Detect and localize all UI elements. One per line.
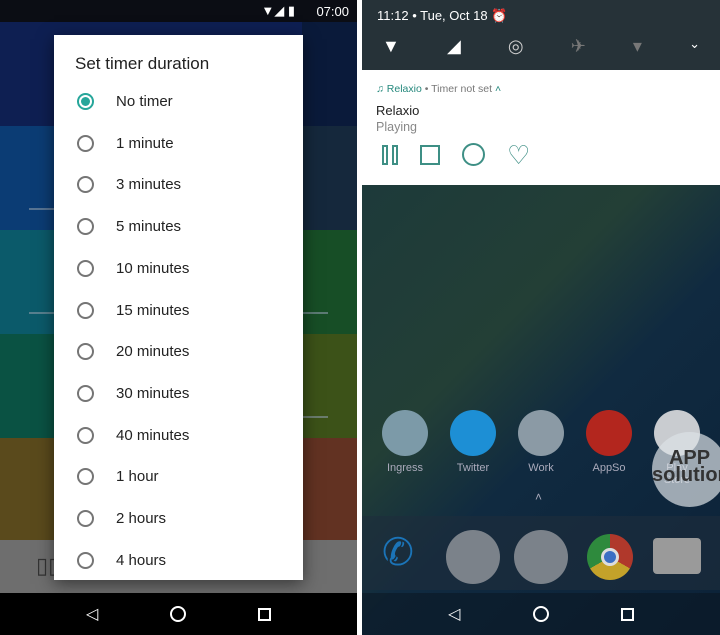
option-label: 3 minutes	[116, 176, 182, 194]
radio-button[interactable]	[77, 551, 94, 569]
dock: ✆	[362, 516, 720, 590]
radio-button[interactable]	[77, 134, 94, 152]
timer-option[interactable]: 40 minutes	[54, 415, 303, 456]
camera-icon[interactable]	[653, 538, 701, 574]
app-icon[interactable]: Work	[516, 410, 566, 474]
radio-button[interactable]	[77, 510, 94, 527]
timer-option[interactable]: 5 minutes	[54, 206, 303, 247]
flashlight-off-icon[interactable]: ▾	[633, 36, 642, 57]
folder-social[interactable]	[514, 530, 568, 584]
radio-button[interactable]	[77, 384, 94, 402]
timer-option[interactable]: 15 minutes	[54, 290, 303, 331]
radio-button[interactable]	[77, 343, 94, 361]
option-label: 1 hour	[116, 468, 159, 486]
signal-icon[interactable]: ◢	[447, 36, 461, 57]
left-screen: ▯▯ ▼◢ ▮ 07:00 Set timer duration No time…	[0, 0, 357, 635]
app-label: AppSo	[592, 462, 626, 474]
option-label: 30 minutes	[116, 384, 190, 402]
alarm-icon: ⏰	[491, 8, 508, 23]
timer-option[interactable]: 2 hours	[54, 498, 303, 539]
option-label: 5 minutes	[116, 218, 182, 236]
option-label: 1 minute	[116, 134, 174, 152]
app-label: Work	[528, 462, 554, 474]
back-icon[interactable]: ◁	[86, 604, 98, 624]
timer-option[interactable]: 30 minutes	[54, 373, 303, 414]
app-glyph-icon	[518, 410, 564, 456]
app-glyph-icon	[450, 410, 496, 456]
app-icon[interactable]: Ingress	[380, 410, 430, 474]
right-screen: 11:12 • Tue, Oct 18 ⏰ ▼ ◢ ◎ ✈ ▾ ⌄ ♫ Rela…	[362, 0, 720, 635]
fingerprint-icon[interactable]: ◎	[508, 36, 524, 57]
app-glyph-icon	[586, 410, 632, 456]
timer-dialog: Set timer duration No timer 1 minute 3 min…	[54, 35, 303, 580]
timer-option[interactable]: 20 minutes	[54, 331, 303, 372]
timer-option[interactable]: 3 minutes	[54, 164, 303, 205]
timer-option[interactable]: 1 minute	[54, 123, 303, 164]
collapse-icon[interactable]: ˄	[495, 83, 501, 95]
app-drawer-arrow-icon[interactable]: ˄	[535, 490, 542, 504]
folder-media[interactable]	[446, 530, 500, 584]
option-label: No timer	[116, 93, 173, 110]
stop-icon[interactable]	[420, 144, 440, 165]
music-note-icon: ♫	[376, 83, 384, 95]
radio-button[interactable]	[77, 259, 94, 277]
back-icon[interactable]: ◁	[448, 604, 460, 624]
option-label: 2 hours	[116, 510, 167, 527]
timer-option[interactable]: 1 hour	[54, 456, 303, 497]
recents-icon[interactable]	[258, 607, 272, 621]
chrome-icon[interactable]	[587, 534, 633, 580]
radio-button[interactable]	[77, 468, 94, 486]
timer-option[interactable]: 4 hours	[54, 540, 303, 581]
option-label: 20 minutes	[116, 343, 190, 361]
option-label: 4 hours	[116, 551, 167, 569]
radio-button[interactable]	[77, 176, 94, 194]
pause-icon[interactable]	[382, 144, 398, 165]
quick-settings: 11:12 • Tue, Oct 18 ⏰ ▼ ◢ ◎ ✈ ▾ ⌄	[362, 0, 720, 70]
notification-subtext: Timer not set	[431, 83, 493, 95]
clock: 11:12	[377, 8, 409, 23]
heart-icon[interactable]: ♡	[507, 142, 530, 168]
notification-app: Relaxio	[386, 83, 422, 95]
wifi-icon[interactable]: ▼	[382, 36, 400, 57]
navigation-bar: ◁	[362, 593, 720, 635]
expand-icon[interactable]: ⌄	[689, 36, 700, 57]
media-notification[interactable]: ♫ Relaxio • Timer not set ˄ Relaxio Play…	[362, 70, 720, 185]
home-icon[interactable]	[170, 606, 187, 622]
watermark-logo: APP solution	[652, 432, 720, 507]
radio-button[interactable]	[77, 301, 94, 319]
app-glyph-icon	[382, 410, 428, 456]
notification-title: Relaxio	[376, 103, 420, 118]
app-icon[interactable]: AppSo	[584, 410, 634, 474]
airplane-off-icon[interactable]: ✈	[571, 36, 586, 57]
option-label: 40 minutes	[116, 426, 190, 444]
status-time: 07:00	[316, 4, 349, 19]
radio-button[interactable]	[77, 218, 94, 236]
notification-text: Playing	[376, 120, 417, 134]
app-label: Twitter	[456, 462, 490, 474]
home-icon[interactable]	[532, 606, 549, 622]
radio-button[interactable]	[77, 426, 94, 444]
recents-icon[interactable]	[620, 607, 634, 621]
app-icon[interactable]: Twitter	[448, 410, 498, 474]
date: Tue, Oct 18	[420, 8, 488, 23]
app-label: Ingress	[386, 462, 424, 474]
wifi-signal-battery-icons: ▼◢ ▮	[261, 3, 295, 18]
option-label: 10 minutes	[116, 259, 190, 277]
radio-button[interactable]	[77, 93, 94, 110]
timer-option[interactable]: No timer	[54, 81, 303, 122]
status-bar: ▼◢ ▮ 07:00	[0, 0, 357, 22]
timer-option[interactable]: 10 minutes	[54, 248, 303, 289]
option-label: 15 minutes	[116, 301, 190, 319]
phone-icon[interactable]: ✆	[382, 530, 414, 575]
navigation-bar: ◁	[0, 593, 357, 635]
dialog-title: Set timer duration	[75, 54, 210, 73]
timer-icon[interactable]	[462, 143, 485, 166]
